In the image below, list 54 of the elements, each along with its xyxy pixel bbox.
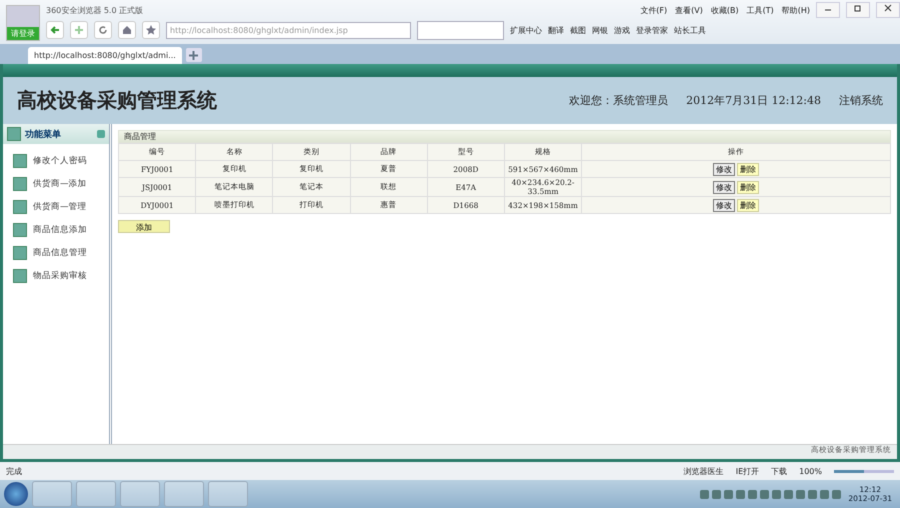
delete-button[interactable]: 删除 bbox=[737, 180, 760, 194]
edit-button[interactable]: 修改 bbox=[713, 180, 736, 194]
toolbar-button[interactable]: 扩展中心 bbox=[510, 24, 542, 36]
taskbar-button[interactable] bbox=[164, 481, 204, 507]
zoom-text[interactable]: 100% bbox=[799, 466, 822, 476]
sidebar-item[interactable]: 修改个人密码 bbox=[13, 152, 109, 170]
date-time: 2012年7月31日 12:12:48 bbox=[686, 93, 821, 108]
back-icon[interactable] bbox=[46, 21, 64, 39]
taskbar-button[interactable] bbox=[76, 481, 116, 507]
toolbar-button[interactable]: 翻译 bbox=[548, 24, 564, 36]
status-button[interactable]: IE打开 bbox=[736, 466, 760, 476]
toolbar-button[interactable]: 站长工具 bbox=[674, 24, 706, 36]
close-icon bbox=[884, 4, 892, 12]
taskbar-button[interactable] bbox=[120, 481, 160, 507]
toolbar-button[interactable]: 游戏 bbox=[614, 24, 630, 36]
menu-item[interactable]: 文件(F) bbox=[640, 4, 668, 16]
refresh-icon[interactable] bbox=[94, 21, 112, 39]
status-button[interactable]: 下载 bbox=[771, 466, 788, 476]
sidebar-item[interactable]: 物品采购审核 bbox=[13, 267, 109, 285]
close-button[interactable] bbox=[876, 2, 900, 18]
status-text: 完成 bbox=[6, 466, 22, 476]
sidebar-item[interactable]: 供货商—管理 bbox=[13, 198, 109, 216]
panel-title: 商品管理 bbox=[118, 130, 891, 143]
edit-button[interactable]: 修改 bbox=[713, 198, 736, 212]
edit-button[interactable]: 修改 bbox=[713, 162, 736, 176]
sidebar-item[interactable]: 商品信息管理 bbox=[13, 244, 109, 262]
welcome-text: 欢迎您：系统管理员 bbox=[569, 93, 668, 108]
start-button[interactable] bbox=[4, 482, 28, 506]
search-field[interactable] bbox=[417, 20, 504, 40]
restore-icon bbox=[854, 4, 862, 12]
sidebar-title: 功能菜单 bbox=[25, 128, 61, 140]
toolbar-button[interactable]: 截图 bbox=[570, 24, 586, 36]
toolbar-button[interactable]: 网银 bbox=[592, 24, 608, 36]
zoom-slider[interactable] bbox=[834, 470, 894, 472]
logout-link[interactable]: 注销系统 bbox=[839, 93, 883, 108]
menu-item[interactable]: 工具(T) bbox=[746, 4, 774, 16]
toolbar-button[interactable]: 登录管家 bbox=[636, 24, 668, 36]
taskbar-button[interactable] bbox=[208, 481, 248, 507]
home-icon[interactable] bbox=[118, 21, 136, 39]
window-title: 360安全浏览器 5.0 正式版 bbox=[46, 4, 144, 16]
restore-button[interactable] bbox=[846, 2, 870, 18]
sidebar-item[interactable]: 商品信息添加 bbox=[13, 221, 109, 239]
system-title: 高校设备采购管理系统 bbox=[17, 87, 217, 114]
delete-button[interactable]: 删除 bbox=[737, 198, 760, 212]
sidebar-item[interactable]: 供货商—添加 bbox=[13, 175, 109, 193]
new-tab-button[interactable] bbox=[186, 48, 202, 62]
status-button[interactable]: 浏览器医生 bbox=[684, 466, 724, 476]
minimize-button[interactable] bbox=[816, 2, 840, 18]
menu-item[interactable]: 收藏(B) bbox=[710, 4, 739, 16]
add-button[interactable]: 添加 bbox=[118, 220, 170, 233]
browser-tab[interactable]: http://localhost:8080/ghglxt/admi... bbox=[28, 47, 182, 64]
menu-item[interactable]: 查看(V) bbox=[675, 4, 703, 16]
menu-item[interactable]: 帮助(H) bbox=[782, 4, 810, 16]
delete-button[interactable]: 删除 bbox=[737, 162, 760, 176]
